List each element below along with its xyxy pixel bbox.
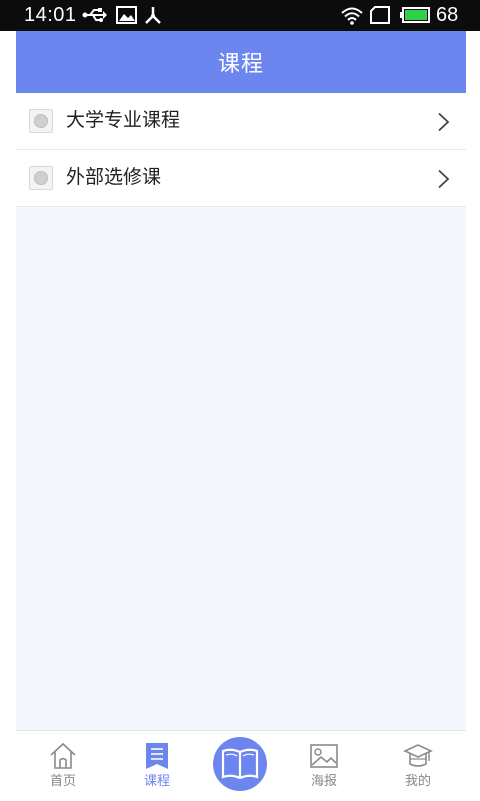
course-list-icon [146,743,168,769]
app-screen: 课程 大学专业课程 外部选修课 首页 课程 海报 我的 [16,31,466,800]
page-title: 课程 [217,52,264,77]
course-item-label: 外部选修课 [66,166,162,188]
usb-icon [82,8,107,22]
center-book-button[interactable] [213,737,267,791]
app-header: 课程 [16,31,466,93]
tab-label: 海报 [310,774,337,789]
graduation-cap-icon [403,744,433,767]
status-time: 14:01 [24,4,77,26]
course-item-external-elective[interactable]: 外部选修课 [16,150,466,207]
battery-percent: 68 [436,4,459,26]
tab-mine[interactable]: 我的 [373,731,463,801]
poster-image-icon [310,744,338,768]
bottom-tab-bar: 首页 课程 海报 我的 [16,730,466,800]
image-icon [116,6,137,24]
book-icon [221,748,259,780]
tab-course[interactable]: 课程 [112,731,202,801]
course-list: 大学专业课程 外部选修课 [16,93,466,207]
tab-home[interactable]: 首页 [18,731,108,801]
home-icon [50,742,76,769]
status-bar: 14:01 68 [0,0,480,31]
tab-label: 首页 [49,774,76,789]
course-thumbnail-icon [29,109,53,133]
tab-label: 我的 [404,774,431,789]
sim-icon [370,6,390,24]
wifi-icon [341,7,363,25]
course-thumbnail-icon [29,166,53,190]
chevron-right-icon [438,112,450,132]
course-item-university-major[interactable]: 大学专业课程 [16,93,466,150]
chevron-right-icon [438,169,450,189]
debug-icon [145,7,161,24]
tab-poster[interactable]: 海报 [279,731,369,801]
battery-icon [400,7,430,23]
tab-label: 课程 [143,774,170,789]
course-item-label: 大学专业课程 [66,109,181,131]
